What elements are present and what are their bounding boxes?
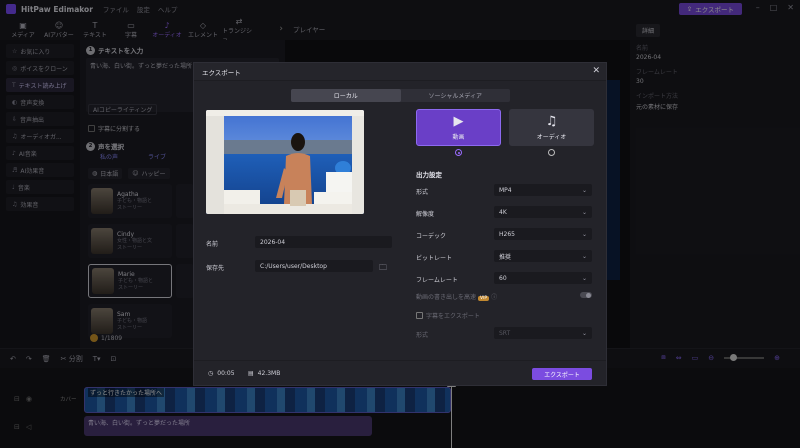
bitrate-label: ビットレート <box>416 255 453 262</box>
close-icon[interactable]: ✕ <box>592 66 600 76</box>
checkbox[interactable] <box>416 312 423 319</box>
video-play-icon: ▶ <box>453 113 464 129</box>
dialog-footer: ◷ 00:05 ▤ 42.3MB エクスポート <box>194 360 606 386</box>
format-label: 形式 <box>416 189 429 196</box>
duration-info: ◷ 00:05 <box>208 370 235 377</box>
subtitle-format-select[interactable]: SRT ⌄ <box>494 327 592 339</box>
chevron-down-icon: ⌄ <box>581 252 587 260</box>
audio-type-label: オーディオ <box>536 133 567 141</box>
bitrate-value: 推奨 <box>499 253 512 261</box>
export-type-video[interactable]: ▶ 動画 <box>416 109 501 146</box>
resolution-value: 4K <box>499 208 507 216</box>
file-icon: ▤ <box>248 370 254 377</box>
music-note-icon: ♫ <box>545 113 558 129</box>
save-path-label: 保存先 <box>206 265 225 272</box>
export-subtitle-option[interactable]: 字幕をエクスポート <box>416 311 480 320</box>
resolution-select[interactable]: 4K ⌄ <box>494 206 592 218</box>
chevron-down-icon: ⌄ <box>581 186 587 194</box>
preview-image <box>206 110 364 214</box>
codec-label: コーデック <box>416 233 447 240</box>
codec-value: H265 <box>499 230 515 238</box>
folder-icon[interactable]: 🗀 <box>379 262 387 276</box>
framerate-select[interactable]: 60 ⌄ <box>494 272 592 284</box>
export-subtitle-label: 字幕をエクスポート <box>426 313 480 320</box>
bitrate-select[interactable]: 推奨 ⌄ <box>494 250 592 262</box>
size-value: 42.3MB <box>257 370 281 377</box>
vip-badge: VIP <box>478 296 490 301</box>
chevron-down-icon: ⌄ <box>581 274 587 282</box>
framerate-label: フレームレート <box>416 277 458 284</box>
save-path-input[interactable]: C:/Users/user/Desktop <box>255 260 373 272</box>
output-settings-title: 出力設定 <box>416 171 442 179</box>
resolution-label: 解像度 <box>416 211 435 218</box>
info-icon[interactable]: ⓘ <box>491 294 497 301</box>
format-value: MP4 <box>499 186 512 194</box>
fast-export-text: 動画の書き出しを高速 <box>416 294 477 301</box>
export-dialog: エクスポート ✕ ローカル ソーシャルメディア 名前 2026-04 保存先 C… <box>193 62 607 386</box>
video-type-label: 動画 <box>452 133 465 141</box>
name-label: 名前 <box>206 241 219 248</box>
chevron-down-icon: ⌄ <box>581 329 587 337</box>
framerate-value: 60 <box>499 274 507 282</box>
export-type-audio[interactable]: ♫ オーディオ <box>509 109 594 146</box>
size-info: ▤ 42.3MB <box>248 370 280 377</box>
name-input[interactable]: 2026-04 <box>255 236 392 248</box>
subtitle-format-label: 形式 <box>416 332 429 339</box>
chevron-down-icon: ⌄ <box>581 208 587 216</box>
codec-select[interactable]: H265 ⌄ <box>494 228 592 240</box>
audio-radio[interactable] <box>548 149 555 156</box>
tab-social-media[interactable]: ソーシャルメディア <box>401 89 511 102</box>
export-target-tabs: ローカル ソーシャルメディア <box>291 89 510 102</box>
clock-icon: ◷ <box>208 370 214 377</box>
format-select[interactable]: MP4 ⌄ <box>494 184 592 196</box>
duration-value: 00:05 <box>217 370 235 377</box>
tab-local[interactable]: ローカル <box>291 89 401 102</box>
export-preview <box>206 110 364 214</box>
chevron-down-icon: ⌄ <box>581 230 587 238</box>
subtitle-format-value: SRT <box>499 329 511 337</box>
fast-export-label: 動画の書き出しを高速 VIP ⓘ <box>416 292 497 301</box>
dialog-header: エクスポート <box>194 63 606 81</box>
export-button[interactable]: エクスポート <box>532 368 592 380</box>
dialog-title: エクスポート <box>202 68 241 77</box>
video-radio[interactable] <box>455 149 462 156</box>
fast-export-toggle[interactable] <box>580 292 592 298</box>
